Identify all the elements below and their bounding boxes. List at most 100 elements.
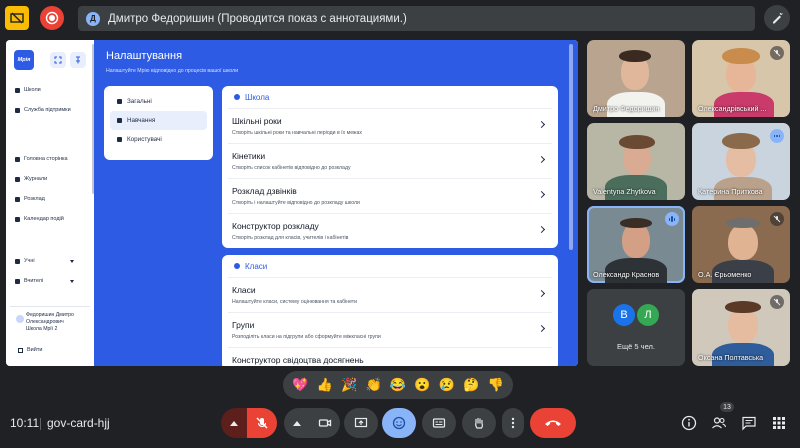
settings-row-certificate-builder[interactable]: Конструктор свідоцтва досягнень bbox=[228, 347, 552, 366]
participant-count-badge: 13 bbox=[720, 402, 734, 412]
sidebar-item-teachers[interactable]: Вчителі bbox=[15, 278, 43, 285]
sidebar-item-journals[interactable]: Журнали bbox=[15, 176, 47, 183]
sidebar-item-events[interactable]: Календар подій bbox=[15, 216, 64, 223]
microphone-toggle-button[interactable] bbox=[247, 408, 277, 438]
meeting-code: gov-card-hjj bbox=[47, 416, 110, 430]
user-icon bbox=[117, 137, 122, 142]
settings-row-bell-schedule[interactable]: Розклад дзвінків Створіть і налаштуйте ві… bbox=[228, 178, 552, 213]
pin-icon[interactable] bbox=[70, 52, 86, 68]
expand-icon[interactable] bbox=[50, 52, 66, 68]
more-participants-label: Ещё 5 чел. bbox=[617, 342, 655, 351]
sharing-indicator-icon[interactable] bbox=[5, 6, 29, 30]
reactions-button[interactable] bbox=[382, 408, 416, 438]
settings-row-school-years[interactable]: Шкільні роки Створіть шкільні роки та нав… bbox=[228, 108, 552, 143]
mic-off-icon bbox=[770, 295, 784, 309]
camera-icon bbox=[318, 419, 332, 427]
calendar-icon bbox=[15, 197, 20, 202]
participant-tile[interactable]: Оксана Полтавська bbox=[692, 289, 790, 366]
apps-grid-icon bbox=[773, 417, 785, 429]
mic-off-icon bbox=[256, 417, 268, 429]
presenter-avatar: Д bbox=[86, 11, 100, 26]
camera-toggle-button[interactable] bbox=[310, 408, 340, 438]
captions-icon bbox=[432, 418, 446, 428]
reaction-thumbs-down[interactable]: 👎 bbox=[488, 377, 504, 393]
reaction-thumbs-up[interactable]: 👍 bbox=[317, 377, 333, 393]
settings-row-schedule-builder[interactable]: Конструктор розкладу Створіть розклад для… bbox=[228, 213, 552, 248]
more-vert-icon bbox=[511, 417, 515, 429]
reaction-surprised[interactable]: 😮 bbox=[414, 377, 430, 393]
main-scrollbar[interactable] bbox=[569, 44, 573, 250]
chevron-right-icon bbox=[537, 190, 546, 199]
raise-hand-button[interactable] bbox=[462, 408, 496, 438]
calendar-icon bbox=[15, 217, 20, 222]
school-icon bbox=[234, 94, 240, 100]
chevron-right-icon bbox=[537, 120, 546, 129]
logout-button[interactable]: Вийти bbox=[18, 347, 42, 353]
gear-icon bbox=[117, 99, 122, 104]
logout-icon bbox=[18, 347, 23, 353]
mic-off-icon bbox=[770, 46, 784, 60]
sidebar-item-schedule[interactable]: Розклад bbox=[15, 196, 45, 203]
audio-options-button[interactable] bbox=[221, 408, 247, 438]
participant-name: Оксана Полтавська bbox=[698, 353, 764, 362]
captions-button[interactable] bbox=[422, 408, 456, 438]
settings-nav-general[interactable]: Загальні bbox=[110, 92, 207, 111]
divider bbox=[40, 418, 41, 430]
recording-icon[interactable] bbox=[40, 6, 64, 30]
app-logo: Мрія bbox=[14, 50, 34, 70]
settings-row-rooms[interactable]: Кінетики Створіть список кабінетів відпов… bbox=[228, 143, 552, 178]
page-subtitle: Налаштуйте Мрію відповідно до процесів в… bbox=[106, 68, 239, 74]
teachers-icon bbox=[15, 279, 20, 284]
participant-tile-active-speaker[interactable]: Олександр Краснов bbox=[587, 206, 685, 283]
participant-tile[interactable]: Олександрівський ... bbox=[692, 40, 790, 117]
more-options-button[interactable] bbox=[502, 408, 524, 438]
students-icon bbox=[15, 259, 20, 264]
settings-row-classes[interactable]: Класи Налаштуйте класи, систему оцінюванн… bbox=[228, 277, 552, 312]
reaction-sad[interactable]: 😢 bbox=[439, 377, 455, 393]
chevron-right-icon bbox=[537, 289, 546, 298]
settings-nav-users[interactable]: Користувачі bbox=[110, 130, 207, 149]
book-icon bbox=[117, 118, 122, 123]
participant-name: Олександрівський ... bbox=[698, 104, 767, 113]
video-options-button[interactable] bbox=[284, 408, 310, 438]
reaction-party[interactable]: 🎉 bbox=[341, 377, 357, 393]
reaction-heart[interactable]: 💖 bbox=[292, 377, 308, 393]
hand-icon bbox=[475, 417, 483, 429]
chevron-down-icon[interactable] bbox=[70, 280, 74, 283]
chevron-down-icon[interactable] bbox=[70, 260, 74, 263]
chat-icon bbox=[742, 416, 756, 431]
reaction-clap[interactable]: 👏 bbox=[365, 377, 381, 393]
sidebar-item-home[interactable]: Головна сторінка bbox=[15, 156, 68, 163]
participant-avatar: В bbox=[613, 304, 635, 326]
chevron-right-icon bbox=[537, 155, 546, 164]
user-profile[interactable]: Федоришин Дмитро Олександрович Школа Мрі… bbox=[10, 306, 90, 360]
meeting-info-button[interactable] bbox=[680, 414, 698, 432]
sidebar-item-support[interactable]: Служба підтримки bbox=[15, 107, 75, 114]
chat-button[interactable] bbox=[740, 414, 758, 432]
sidebar-item-students[interactable]: Учні bbox=[15, 258, 35, 265]
participant-tile[interactable]: Дмитро Федоришин bbox=[587, 40, 685, 117]
speaking-indicator-icon bbox=[665, 212, 679, 226]
reaction-laugh[interactable]: 😂 bbox=[390, 377, 406, 393]
participant-tile[interactable]: Valentyna Zhytkova bbox=[587, 123, 685, 200]
app-sidebar: Мрія Школи Служба підтримки Головна стор… bbox=[6, 40, 95, 366]
participant-tile[interactable]: О.А. Єрьоменко bbox=[692, 206, 790, 283]
sidebar-item-schools[interactable]: Школи bbox=[15, 87, 41, 94]
annotate-pen-button[interactable] bbox=[764, 5, 790, 31]
more-options-icon[interactable] bbox=[770, 129, 784, 143]
more-participants-tile[interactable]: В Л Ещё 5 чел. bbox=[587, 289, 685, 366]
participant-tile[interactable]: Катерина Приткова bbox=[692, 123, 790, 200]
activities-button[interactable] bbox=[770, 414, 788, 432]
clock: 10:11 bbox=[10, 416, 40, 430]
leave-call-button[interactable] bbox=[530, 408, 576, 438]
present-screen-button[interactable] bbox=[344, 408, 378, 438]
people-button[interactable] bbox=[710, 414, 728, 432]
card-header: Школа bbox=[222, 86, 558, 108]
home-icon bbox=[15, 157, 20, 162]
settings-nav-learning[interactable]: Навчання bbox=[110, 111, 207, 130]
emoji-icon bbox=[392, 416, 406, 430]
settings-row-groups[interactable]: Групи Розподіліть класи на підгрупи або с… bbox=[228, 312, 552, 347]
participant-name: Дмитро Федоришин bbox=[593, 104, 660, 113]
reaction-thinking[interactable]: 🤔 bbox=[463, 377, 479, 393]
presenter-chip[interactable]: Д Дмитро Федоришин (Проводится показ с а… bbox=[78, 6, 755, 31]
